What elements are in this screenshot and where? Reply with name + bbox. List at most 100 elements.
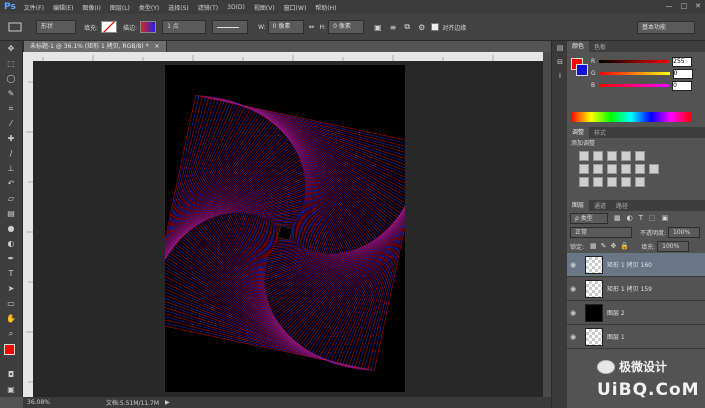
zoom-level[interactable]: 36.08% xyxy=(27,399,50,406)
menu-select[interactable]: 选择(S) xyxy=(168,3,189,12)
brightness-icon[interactable] xyxy=(579,150,589,161)
move-tool-icon[interactable]: ✥ xyxy=(0,41,22,56)
filter-pixel-icon[interactable]: ▦ xyxy=(614,214,621,222)
visibility-eye-icon[interactable]: ◉ xyxy=(567,309,579,317)
brush-tool-icon[interactable]: ∕ xyxy=(0,146,22,161)
filter-adjust-icon[interactable]: ◐ xyxy=(627,214,633,222)
eyedropper-tool-icon[interactable]: ⁄ xyxy=(0,116,22,131)
filter-shape-icon[interactable]: ⬚ xyxy=(649,214,656,222)
rectangle-tool-icon[interactable]: ▭ xyxy=(0,296,22,311)
layer-name[interactable]: 矩形 1 拷贝 159 xyxy=(607,284,652,293)
layer-name[interactable]: 矩形 1 拷贝 160 xyxy=(607,260,652,269)
shape-mode-select[interactable]: 形状 xyxy=(36,20,76,34)
layer-row[interactable]: ◉ 矩形 1 拷贝 160 xyxy=(567,253,705,277)
height-input[interactable]: 0 像素 xyxy=(328,20,365,34)
healing-tool-icon[interactable]: ✚ xyxy=(0,131,22,146)
crop-tool-icon[interactable]: ⌗ xyxy=(0,101,22,116)
eraser-tool-icon[interactable]: ▱ xyxy=(0,191,22,206)
menu-image[interactable]: 图像(I) xyxy=(82,3,100,12)
filter-type-icon[interactable]: T xyxy=(639,214,643,222)
tool-preset-icon[interactable] xyxy=(0,14,30,40)
r-value[interactable]: 255 xyxy=(672,56,693,67)
close-button[interactable]: ✕ xyxy=(695,2,701,10)
path-operations-icon[interactable]: ▣ xyxy=(374,23,382,32)
threshold-icon[interactable] xyxy=(607,176,617,187)
tab-swatches[interactable]: 色板 xyxy=(589,42,611,51)
curves-icon[interactable] xyxy=(607,150,617,161)
menu-help[interactable]: 帮助(H) xyxy=(315,3,336,12)
hand-tool-icon[interactable]: ✋ xyxy=(0,311,22,326)
path-select-tool-icon[interactable]: ➤ xyxy=(0,281,22,296)
layer-filter-select[interactable]: ρ 类型 xyxy=(570,212,608,224)
tab-channels[interactable]: 通道 xyxy=(589,201,611,210)
link-icon[interactable]: ⇔ xyxy=(309,14,315,40)
settings-gear-icon[interactable]: ⚙ xyxy=(418,23,425,32)
tab-color[interactable]: 颜色 xyxy=(567,41,590,52)
channel-mixer-icon[interactable] xyxy=(635,163,645,174)
workspace-select[interactable]: 基本功能 xyxy=(637,21,695,34)
menu-view[interactable]: 视图(V) xyxy=(254,3,275,12)
visibility-eye-icon[interactable]: ◉ xyxy=(567,261,579,269)
quick-mask-icon[interactable]: ◘ xyxy=(0,367,22,382)
stamp-tool-icon[interactable]: ⊥ xyxy=(0,161,22,176)
menu-type[interactable]: 类型(Y) xyxy=(139,3,159,12)
blend-mode-select[interactable]: 正常 xyxy=(570,226,632,238)
menu-window[interactable]: 窗口(W) xyxy=(284,3,307,12)
fill-input[interactable]: 100% xyxy=(657,240,690,252)
color-lookup-icon[interactable] xyxy=(649,163,659,174)
r-slider[interactable] xyxy=(599,60,670,63)
history-panel-icon[interactable]: ▤ xyxy=(552,41,568,55)
levels-icon[interactable] xyxy=(593,150,603,161)
zoom-tool-icon[interactable]: ⌕ xyxy=(0,326,22,341)
b-slider[interactable] xyxy=(599,84,670,87)
gradient-map-icon[interactable] xyxy=(621,176,631,187)
marquee-tool-icon[interactable]: ⬚ xyxy=(0,56,22,71)
layer-row[interactable]: ◉ 图层 2 xyxy=(567,301,705,325)
black-white-icon[interactable] xyxy=(607,163,617,174)
tab-styles[interactable]: 样式 xyxy=(589,128,611,137)
stroke-swatch[interactable] xyxy=(140,21,157,33)
g-value[interactable]: 0 xyxy=(672,68,693,79)
layer-name[interactable]: 图层 1 xyxy=(607,332,625,341)
selective-color-icon[interactable] xyxy=(635,176,645,187)
layer-row[interactable]: ◉ 图层 1 xyxy=(567,325,705,349)
screen-mode-icon[interactable]: ▣ xyxy=(0,382,22,397)
minimize-button[interactable]: — xyxy=(666,2,673,10)
pen-tool-icon[interactable]: ✒ xyxy=(0,251,22,266)
lasso-tool-icon[interactable]: ◯ xyxy=(0,71,22,86)
properties-panel-icon[interactable]: ⊟ xyxy=(552,55,568,69)
document-canvas[interactable] xyxy=(147,65,423,392)
lock-icons[interactable]: ▦✎✥🔒 xyxy=(590,242,633,250)
b-value[interactable]: 0 xyxy=(672,80,693,91)
quick-select-tool-icon[interactable]: ✎ xyxy=(0,86,22,101)
invert-icon[interactable] xyxy=(579,176,589,187)
menu-3d[interactable]: 3D(D) xyxy=(227,4,245,11)
width-input[interactable]: 0 像素 xyxy=(267,20,304,34)
vertical-scrollbar[interactable] xyxy=(543,52,551,397)
color-spectrum-bar[interactable] xyxy=(571,112,691,122)
menu-filter[interactable]: 滤镜(T) xyxy=(198,3,218,12)
opacity-input[interactable]: 100% xyxy=(668,226,701,238)
document-close-icon[interactable]: ✕ xyxy=(155,43,160,50)
align-edges-checkbox[interactable] xyxy=(431,23,440,31)
fill-swatch[interactable] xyxy=(101,21,118,33)
color-swatches[interactable] xyxy=(0,341,22,367)
exposure-icon[interactable] xyxy=(621,150,631,161)
status-menu-arrow-icon[interactable]: ▶ xyxy=(165,399,170,406)
hue-saturation-icon[interactable] xyxy=(579,163,589,174)
posterize-icon[interactable] xyxy=(593,176,603,187)
path-alignment-icon[interactable]: ≡ xyxy=(390,23,397,32)
layer-row[interactable]: ◉ 矩形 1 拷贝 159 xyxy=(567,277,705,301)
vibrance-icon[interactable] xyxy=(635,150,645,161)
color-panel-bg-swatch[interactable] xyxy=(576,64,588,76)
blur-tool-icon[interactable]: ● xyxy=(0,221,22,236)
color-balance-icon[interactable] xyxy=(593,163,603,174)
visibility-eye-icon[interactable]: ◉ xyxy=(567,285,579,293)
history-brush-icon[interactable]: ↶ xyxy=(0,176,22,191)
menu-layer[interactable]: 图层(L) xyxy=(110,3,130,12)
g-slider[interactable] xyxy=(599,72,670,75)
tab-layers[interactable]: 图层 xyxy=(567,200,590,211)
gradient-tool-icon[interactable]: ▤ xyxy=(0,206,22,221)
menu-edit[interactable]: 编辑(E) xyxy=(53,3,73,12)
document-size-info[interactable]: 文档:5.51M/11.7M xyxy=(106,398,159,407)
